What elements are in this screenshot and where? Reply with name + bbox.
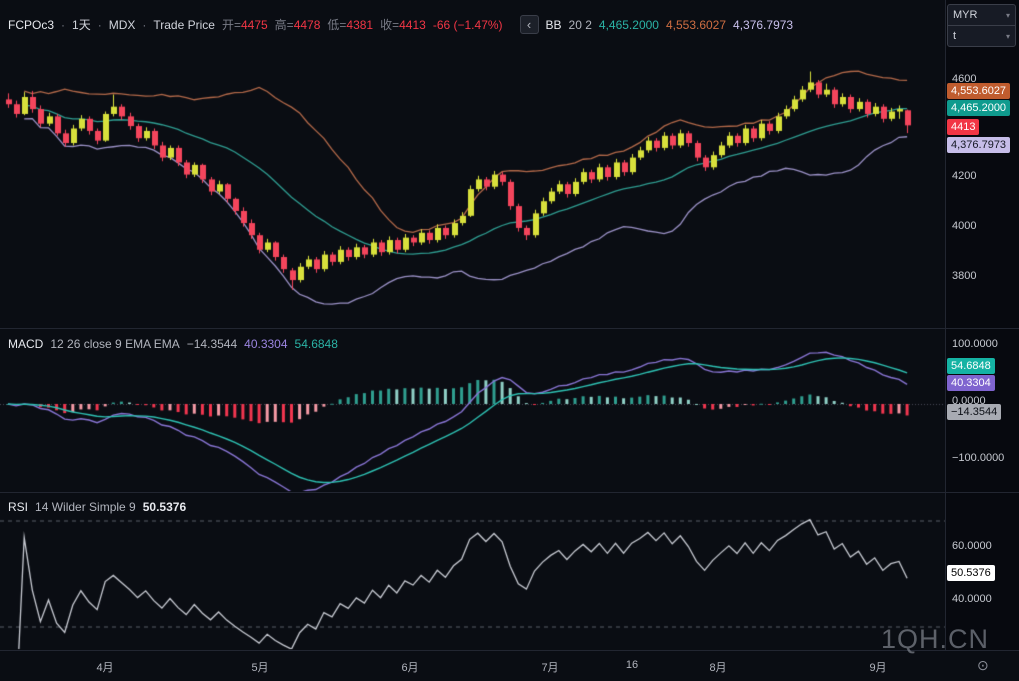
price-scale-border (945, 0, 946, 650)
exchange-label: MDX (109, 18, 136, 32)
currency-value: MYR (953, 9, 977, 21)
price-type-label: Trade Price (153, 18, 215, 32)
chevron-left-icon: ‹ (527, 17, 531, 32)
bb-upper-price-badge: 4,553.6027 (947, 83, 1010, 99)
macd-tick: 100.0000 (952, 338, 998, 350)
time-label: 16 (626, 659, 638, 671)
last-price-badge: 4413 (947, 119, 979, 135)
time-label: 6月 (401, 659, 418, 675)
macd-hist-value: −14.3544 (187, 337, 237, 351)
price-tick: 3800 (952, 270, 976, 282)
rsi-value-badge: 50.5376 (947, 565, 995, 581)
watermark: 1QH.CN (881, 624, 989, 655)
time-label: 4月 (96, 659, 113, 675)
collapse-legend-button[interactable]: ‹ (520, 15, 539, 34)
chart-canvas[interactable] (0, 0, 945, 650)
rsi-indicator-params: 14 Wilder Simple 9 (35, 500, 136, 514)
open-value: 4475 (241, 18, 268, 32)
bb-lower-price-badge: 4,376.7973 (947, 137, 1010, 153)
currency-selector[interactable]: MYR ▾ (948, 5, 1015, 25)
close-value: 4413 (399, 18, 426, 32)
macd-signal-value: 54.6848 (295, 337, 338, 351)
rsi-value: 50.5376 (143, 500, 186, 514)
price-scale[interactable]: MYR ▾ t ▾ 4600 4200 4000 3800 4,553.6027… (945, 0, 1019, 650)
pane-divider[interactable] (0, 328, 1019, 329)
macd-indicator-params: 12 26 close 9 EMA EMA (50, 337, 179, 351)
pane-divider[interactable] (0, 492, 1019, 493)
time-label: 8月 (709, 659, 726, 675)
legend-separator: · (61, 18, 65, 32)
rsi-legend: RSI 14 Wilder Simple 9 50.5376 (8, 500, 186, 514)
macd-legend: MACD 12 26 close 9 EMA EMA −14.3544 40.3… (8, 337, 338, 351)
bb-basis-value: 4,465.2000 (599, 18, 659, 32)
high-value: 4478 (294, 18, 321, 32)
legend-separator: · (98, 18, 102, 32)
chevron-down-icon: ▾ (1006, 11, 1010, 20)
bb-upper-value: 4,553.6027 (666, 18, 726, 32)
price-tick: 4000 (952, 220, 976, 232)
time-scale[interactable]: 4月 5月 6月 7月 16 8月 9月 ⊙ (0, 650, 1019, 681)
rsi-tick: 60.0000 (952, 540, 992, 552)
macd-hist-badge: −14.3544 (947, 404, 1001, 420)
symbol-legend: FCPOc3 · 1天 · MDX · Trade Price 开=4475 高… (8, 15, 793, 34)
low-value: 4381 (346, 18, 373, 32)
chevron-down-icon: ▾ (1006, 32, 1010, 41)
price-tick: 4200 (952, 170, 976, 182)
unit-selector[interactable]: t ▾ (948, 25, 1015, 46)
scale-unit-selector: MYR ▾ t ▾ (947, 4, 1016, 47)
trading-chart-app: FCPOc3 · 1天 · MDX · Trade Price 开=4475 高… (0, 0, 1019, 681)
macd-line-badge: 40.3304 (947, 375, 995, 391)
scale-settings-icon[interactable]: ⊙ (977, 657, 989, 674)
close-label: 收= (380, 18, 399, 32)
bb-basis-price-badge: 4,465.2000 (947, 100, 1010, 116)
legend-separator: · (142, 18, 146, 32)
time-label: 5月 (251, 659, 268, 675)
bb-indicator-params: 20 2 (569, 18, 592, 32)
symbol-name[interactable]: FCPOc3 (8, 18, 54, 32)
macd-signal-badge: 54.6848 (947, 358, 995, 374)
time-label: 7月 (541, 659, 558, 675)
high-label: 高= (275, 18, 294, 32)
rsi-tick: 40.0000 (952, 593, 992, 605)
bb-lower-value: 4,376.7973 (733, 18, 793, 32)
macd-indicator-title[interactable]: MACD (8, 337, 43, 351)
interval-label[interactable]: 1天 (72, 16, 91, 33)
unit-value: t (953, 30, 956, 42)
rsi-indicator-title[interactable]: RSI (8, 500, 28, 514)
macd-tick: −100.0000 (952, 452, 1004, 464)
change-value: -66 (−1.47%) (433, 18, 503, 32)
open-label: 开= (222, 18, 241, 32)
bb-indicator-title[interactable]: BB (546, 18, 562, 32)
macd-line-value: 40.3304 (244, 337, 287, 351)
low-label: 低= (327, 18, 346, 32)
time-label: 9月 (869, 659, 886, 675)
